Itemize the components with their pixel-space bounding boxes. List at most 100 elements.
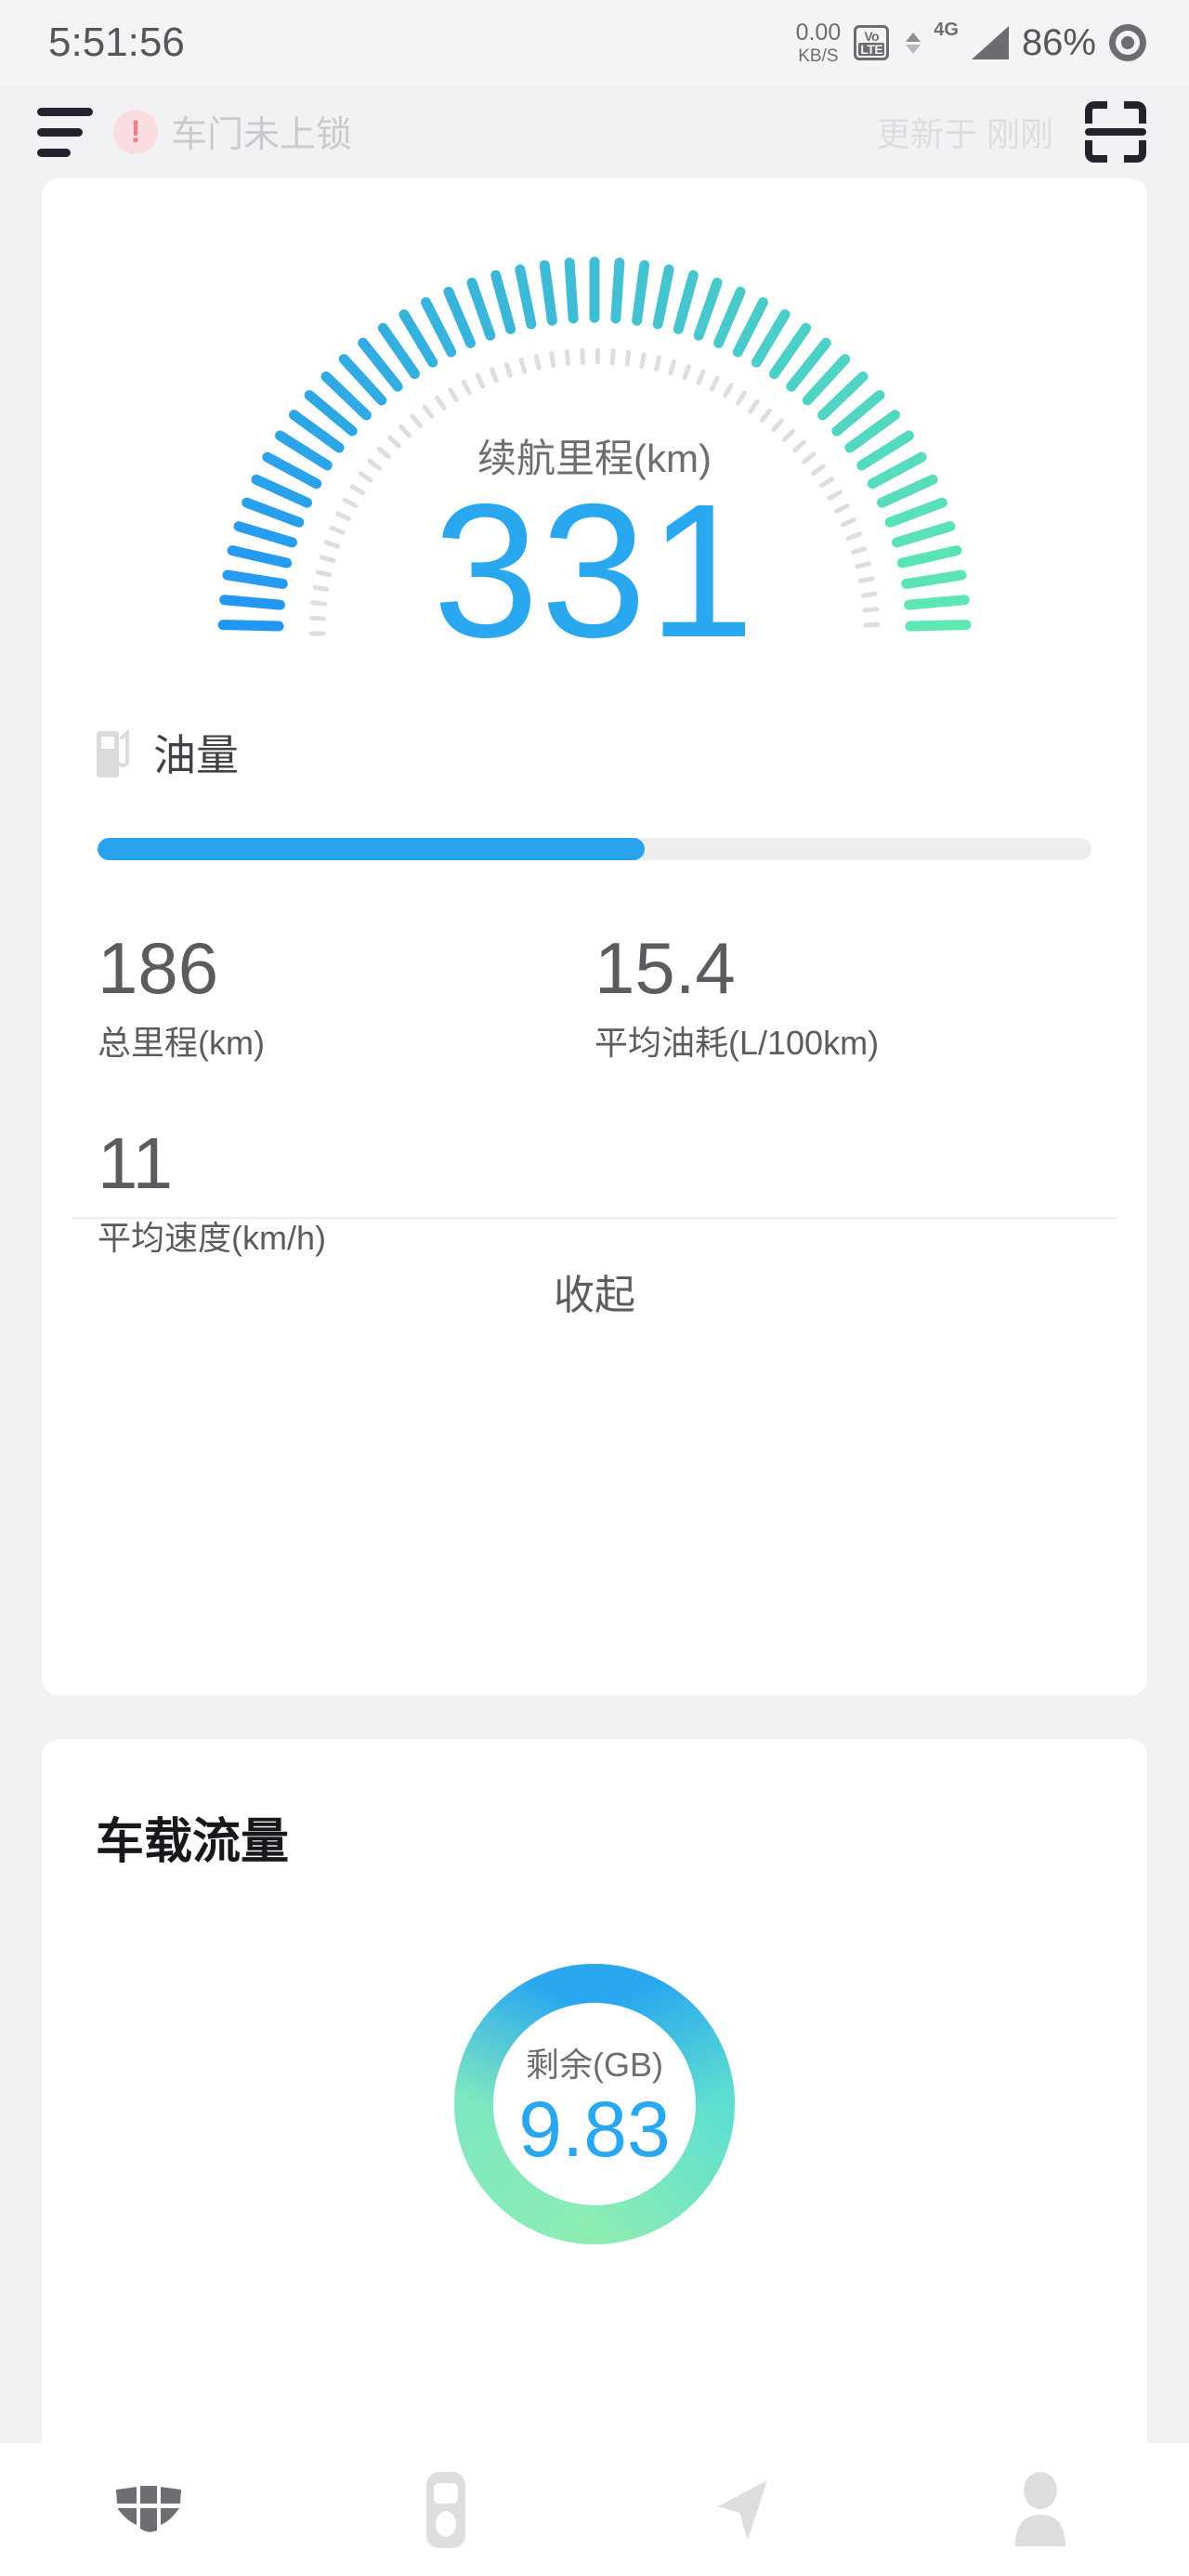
gauge-inner-dash xyxy=(533,353,542,371)
navigation-arrow-icon xyxy=(718,2479,767,2540)
gauge-tick xyxy=(515,264,537,330)
fuel-level-progress-bar xyxy=(98,838,1091,860)
scan-corner-top-left xyxy=(1085,101,1107,124)
gauge-tick xyxy=(652,264,674,330)
gauge-inner-dash xyxy=(710,375,720,392)
data-remaining-value: 9.83 xyxy=(518,2085,671,2173)
data-transfer-arrows-icon xyxy=(906,32,921,54)
network-speed-value: 0.00 xyxy=(795,19,842,46)
gauge-tick xyxy=(399,309,438,368)
bottom-navigation-bar xyxy=(0,2443,1189,2576)
gauge-inner-dash xyxy=(759,408,773,423)
warning-message-text: 车门未上锁 xyxy=(171,115,353,155)
stat-item: 186 总里程(km) xyxy=(98,927,594,1065)
status-bar-right-group: 0.00 KB/S Vo LTE 4G 86% xyxy=(795,19,1146,66)
vehicle-status-card: 续航里程(km) 331 油量 186 总里程(km) 15.4 平均油耗(L/100… xyxy=(42,178,1147,1695)
volte-icon-bottom-text: LTE xyxy=(858,42,885,57)
gauge-inner-dash xyxy=(654,355,661,373)
gauge-tick xyxy=(732,297,768,358)
stat-value: 15.4 xyxy=(594,927,736,1009)
gauge-tick xyxy=(673,269,699,334)
nav-item-vehicle[interactable] xyxy=(0,2482,297,2538)
nav-item-remote[interactable] xyxy=(297,2470,594,2550)
gauge-inner-dash xyxy=(503,361,513,378)
gauge-tick xyxy=(610,257,625,324)
gauge-inner-dash xyxy=(609,348,616,366)
gauge-inner-dash xyxy=(735,390,747,406)
vehicle-data-title: 车载流量 xyxy=(96,1815,290,1869)
gauge-inner-dash xyxy=(410,413,423,428)
gauge-inner-dash xyxy=(580,347,585,365)
vehicle-data-card: 车载流量 剩余(GB) 9.83 xyxy=(42,1739,1147,2510)
fuel-level-label: 油量 xyxy=(153,731,239,779)
range-gauge: 续航里程(km) 331 xyxy=(42,178,1147,699)
range-gauge-value: 331 xyxy=(432,464,757,677)
remote-key-icon xyxy=(426,2471,465,2548)
gauge-inner-dash xyxy=(748,399,760,414)
stat-value: 11 xyxy=(98,1121,173,1204)
fuel-level-progress-fill xyxy=(98,838,645,860)
data-remaining-donut: 剩余(GB) 9.83 xyxy=(451,1960,738,2248)
volte-icon: Vo LTE xyxy=(854,25,890,60)
gauge-tick xyxy=(693,277,723,341)
nav-item-profile[interactable] xyxy=(892,2471,1189,2548)
vehicle-warning-banner[interactable]: ! 车门未上锁 xyxy=(113,106,352,158)
gauge-inner-dash xyxy=(682,363,691,381)
gauge-tick xyxy=(713,286,746,348)
network-generation-label: 4G xyxy=(934,19,959,40)
gauge-tick xyxy=(466,277,496,341)
gauge-inner-dash xyxy=(624,349,632,367)
gauge-inner-dash xyxy=(448,386,459,403)
volte-icon-top-text: Vo xyxy=(864,29,880,44)
network-speed-indicator: 0.00 KB/S xyxy=(795,19,842,66)
stat-label: 平均油耗(L/100km) xyxy=(594,1023,880,1062)
status-clock: 5:51:56 xyxy=(48,20,185,65)
gauge-inner-dash xyxy=(435,395,447,411)
fuel-level-header: 油量 xyxy=(96,722,239,783)
car-grille-icon xyxy=(116,2485,181,2532)
app-header: ! 车门未上锁 更新于 刚刚 xyxy=(0,85,1189,178)
gauge-inner-dash xyxy=(490,367,499,384)
gauge-inner-dash xyxy=(639,352,647,369)
gauge-tick xyxy=(564,257,579,324)
gauge-inner-dash xyxy=(668,359,677,376)
network-speed-unit: KB/S xyxy=(798,46,839,66)
gauge-inner-dash xyxy=(723,383,734,399)
donut-center-content: 剩余(GB) 9.83 xyxy=(451,1960,738,2248)
screen-record-icon xyxy=(1109,24,1146,61)
scan-line xyxy=(1085,128,1146,136)
hamburger-line xyxy=(37,148,71,157)
scan-corner-bottom-right xyxy=(1124,140,1146,163)
hamburger-line xyxy=(37,127,83,137)
gauge-inner-dash xyxy=(696,369,706,386)
gauge-tick xyxy=(751,309,790,368)
nav-item-navigation[interactable] xyxy=(594,2475,892,2545)
gauge-inner-dash xyxy=(549,351,556,368)
gauge-inner-dash xyxy=(422,404,435,419)
collapse-button[interactable]: 收起 xyxy=(42,1217,1147,1366)
battery-percentage: 86% xyxy=(1021,21,1096,63)
gauge-tick xyxy=(632,260,650,326)
app-root: 5:51:56 0.00 KB/S Vo LTE 4G 86% ! 车门未上锁 … xyxy=(0,0,1189,2576)
gauge-inner-dash xyxy=(564,348,571,366)
scan-corner-bottom-left xyxy=(1085,140,1107,163)
warning-exclamation-icon: ! xyxy=(113,110,158,154)
gauge-tick xyxy=(421,297,457,358)
fuel-pump-icon xyxy=(97,728,129,778)
person-icon xyxy=(1015,2471,1065,2546)
hamburger-line xyxy=(37,107,93,116)
arrow-down-icon xyxy=(906,44,921,54)
qr-scan-icon[interactable] xyxy=(1085,101,1146,163)
gauge-tick xyxy=(539,260,557,326)
last-updated-text: 更新于 刚刚 xyxy=(876,115,1053,153)
hamburger-menu-icon[interactable] xyxy=(37,104,104,160)
stat-item: 15.4 平均油耗(L/100km) xyxy=(594,927,1091,1065)
arrow-up-icon xyxy=(906,32,921,42)
gauge-inner-dash xyxy=(475,373,486,389)
gauge-tick xyxy=(490,269,516,334)
signal-strength-icon xyxy=(971,26,1009,59)
scan-corner-top-right xyxy=(1124,101,1146,124)
system-status-bar: 5:51:56 0.00 KB/S Vo LTE 4G 86% xyxy=(0,0,1189,85)
gauge-inner-dash xyxy=(461,379,472,396)
stat-value: 186 xyxy=(98,927,219,1009)
